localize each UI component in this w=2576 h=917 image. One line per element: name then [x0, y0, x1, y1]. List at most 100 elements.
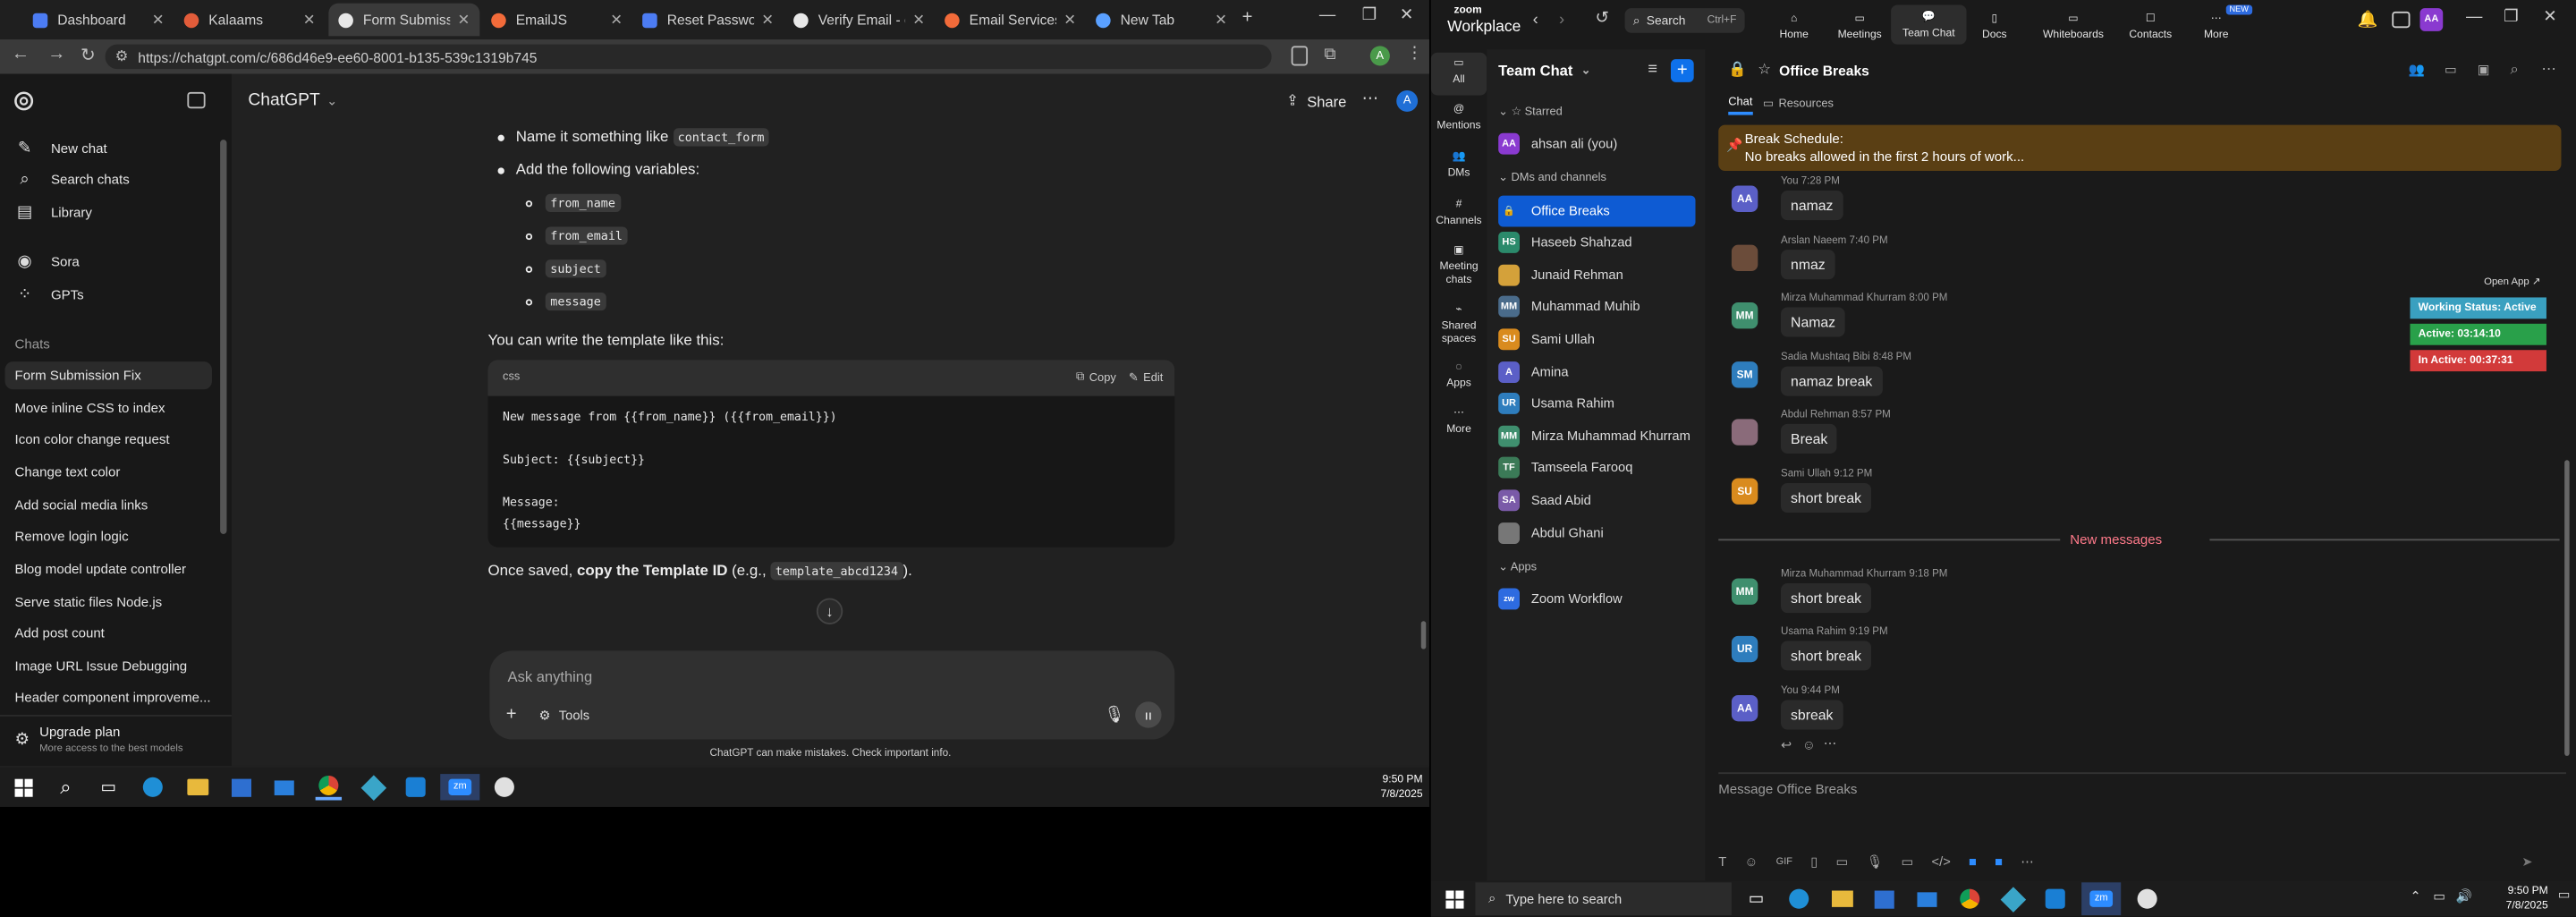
edit-button[interactable]: ✎ Edit: [1129, 371, 1163, 385]
model-selector[interactable]: ChatGPT ⌄: [248, 90, 337, 110]
tab-resources[interactable]: ▭ Resources: [1763, 97, 1834, 110]
history-icon[interactable]: ↺: [1595, 10, 1608, 28]
minimize-icon[interactable]: —: [1319, 6, 1335, 24]
nav-contacts[interactable]: ☐ Contacts: [2113, 6, 2188, 41]
starred-heading[interactable]: ⌄ ☆ Starred: [1498, 106, 1563, 118]
screenshot-icon[interactable]: ▭: [1835, 854, 1848, 870]
task-view-icon[interactable]: ▭: [96, 774, 122, 800]
code-icon[interactable]: </>: [1932, 854, 1951, 870]
app-icon[interactable]: [2134, 886, 2160, 912]
user-avatar[interactable]: AA: [2419, 8, 2444, 31]
channel-title[interactable]: Office Breaks: [1779, 63, 1869, 79]
forward-icon[interactable]: ›: [1559, 12, 1564, 30]
rail-apps[interactable]: ◌ Apps: [1431, 361, 1487, 391]
apps-heading[interactable]: ⌄ Apps: [1498, 560, 1537, 573]
volume-icon[interactable]: 🔊: [2456, 889, 2472, 904]
list-item[interactable]: A Amina: [1498, 357, 1695, 388]
vscode-icon[interactable]: [2042, 886, 2068, 912]
search-chats-button[interactable]: ⌕ Search chats: [15, 171, 130, 189]
library-button[interactable]: ▤ Library: [15, 204, 92, 222]
chrome-taskbar-icon[interactable]: [315, 774, 343, 801]
chat-item[interactable]: Add post count: [5, 619, 212, 647]
list-item[interactable]: UR Usama Rahim: [1498, 387, 1695, 419]
close-icon[interactable]: ✕: [1215, 11, 1227, 29]
more-icon[interactable]: ⋯: [2541, 61, 2556, 79]
site-info-icon[interactable]: ⚙: [115, 47, 129, 65]
forward-icon[interactable]: →: [47, 45, 65, 64]
tab-form-submission[interactable]: Form Submission ✕: [328, 3, 480, 37]
close-icon[interactable]: ✕: [761, 11, 774, 29]
list-item[interactable]: HS Haseeb Shahzad: [1498, 226, 1695, 258]
calendar-icon[interactable]: ▣: [2478, 63, 2490, 78]
members-icon[interactable]: 👥: [2409, 63, 2425, 78]
open-app-link[interactable]: Open App ↗: [2484, 276, 2540, 288]
account-avatar[interactable]: A: [1396, 90, 1419, 112]
windows-start-icon[interactable]: [1441, 886, 1467, 912]
app-icon[interactable]: [1999, 886, 2026, 912]
clock[interactable]: 9:50 PM 7/8/2025: [2479, 884, 2548, 913]
more-options-icon[interactable]: ⋯: [1362, 90, 1378, 108]
reply-icon[interactable]: ↩: [1781, 738, 1792, 753]
rail-dms[interactable]: 👥 DMs: [1431, 151, 1487, 181]
emoji-icon[interactable]: ☺: [1744, 854, 1758, 870]
network-icon[interactable]: ▭: [2433, 889, 2445, 904]
store-icon[interactable]: [1871, 886, 1897, 912]
tab-dashboard[interactable]: Dashboard ✕: [23, 4, 174, 37]
rail-more[interactable]: ⋯ More: [1431, 408, 1487, 437]
list-item[interactable]: SA Saad Abid: [1498, 485, 1695, 516]
app-icon[interactable]: ■: [1995, 854, 2003, 870]
list-item[interactable]: TF Tamseela Farooq: [1498, 452, 1695, 483]
back-icon[interactable]: ←: [12, 45, 30, 64]
zoom-taskbar-icon[interactable]: zm: [2081, 882, 2122, 916]
edge-icon[interactable]: [140, 774, 165, 800]
rail-channels[interactable]: # Channels: [1431, 199, 1487, 228]
gpts-button[interactable]: ⁘ GPTs: [15, 286, 84, 304]
share-button[interactable]: ⇪ Share: [1286, 92, 1346, 110]
app-icon[interactable]: [360, 774, 386, 801]
video-icon[interactable]: ▭: [2445, 63, 2457, 78]
chat-item[interactable]: Form Submission Fix: [4, 361, 212, 390]
composer-input[interactable]: Ask anything: [508, 669, 593, 685]
maximize-icon[interactable]: ❐: [1362, 6, 1377, 24]
tools-button[interactable]: ⚙ Tools: [538, 709, 589, 724]
reload-icon[interactable]: ↻: [80, 45, 96, 65]
chrome-menu-icon[interactable]: ⋮: [1406, 45, 1422, 63]
reading-list-icon[interactable]: [1291, 46, 1309, 66]
profile-avatar[interactable]: A: [1369, 46, 1390, 66]
scroll-down-icon[interactable]: ↓: [816, 598, 843, 624]
more-icon[interactable]: ⋯: [1824, 736, 1837, 751]
microphone-icon[interactable]: 🎙: [1867, 854, 1884, 870]
zoom-search[interactable]: ⌕ Search Ctrl+F: [1624, 8, 1745, 33]
tab-chat[interactable]: Chat: [1728, 97, 1753, 115]
compose-icon[interactable]: +: [1670, 59, 1694, 82]
new-tab-button[interactable]: +: [1242, 8, 1253, 28]
close-icon[interactable]: ✕: [1063, 11, 1076, 29]
omnibox[interactable]: ⚙ https://chatgpt.com/c/686d46e9-ee60-80…: [105, 44, 1272, 70]
emoji-icon[interactable]: ☺: [1802, 738, 1816, 753]
close-icon[interactable]: ✕: [912, 11, 925, 29]
list-item[interactable]: Abdul Ghani: [1498, 518, 1695, 549]
list-item[interactable]: MM Mirza Muhammad Khurram: [1498, 420, 1695, 452]
message-input[interactable]: Message Office Breaks: [1718, 782, 1857, 797]
back-icon[interactable]: ‹: [1533, 12, 1538, 30]
chat-item[interactable]: Blog model update controller: [5, 556, 212, 583]
edge-icon[interactable]: [1786, 886, 1812, 912]
chat-item[interactable]: Change text color: [5, 458, 212, 486]
tab-reset-password[interactable]: Reset Password - E ✕: [632, 4, 784, 37]
file-icon[interactable]: ▯: [1810, 854, 1818, 870]
app-icon[interactable]: ■: [1969, 854, 1977, 870]
nav-whiteboards[interactable]: ▭ Whiteboards: [2036, 6, 2111, 41]
mail-icon[interactable]: [1914, 886, 1940, 912]
new-chat-button[interactable]: ✎ New chat: [15, 140, 107, 157]
nav-docs[interactable]: ▯ Docs: [1957, 6, 2032, 41]
sora-button[interactable]: ◉ Sora: [15, 253, 80, 271]
chat-item[interactable]: Add social media links: [5, 491, 212, 519]
sidebar-toggle-icon[interactable]: [187, 91, 206, 109]
close-window-icon[interactable]: ✕: [2543, 8, 2556, 26]
tab-email-services[interactable]: Email Services - Er ✕: [935, 4, 1086, 37]
microphone-icon[interactable]: 🎙: [1104, 707, 1124, 725]
nav-home[interactable]: ⌂ Home: [1756, 6, 1831, 41]
rail-mentions[interactable]: @ Mentions: [1431, 104, 1487, 133]
search-icon[interactable]: ⌕: [2511, 61, 2519, 79]
store-icon[interactable]: [228, 774, 254, 800]
